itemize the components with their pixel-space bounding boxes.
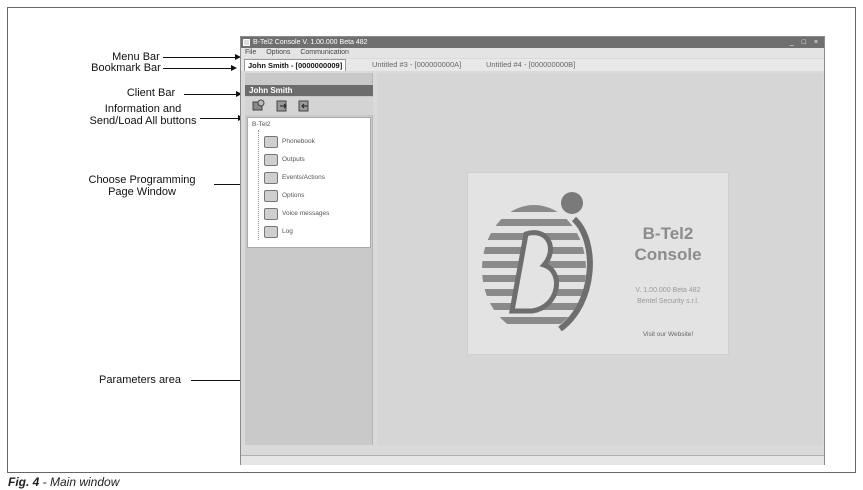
arrow-info-buttons [200, 115, 244, 121]
website-link[interactable]: Visit our Website! [608, 331, 728, 338]
outputs-icon [264, 154, 278, 166]
status-bar [241, 455, 824, 465]
tab-untitled-4[interactable]: Untitled #4 - [000000000B] [483, 59, 578, 71]
tree-item-label: Outputs [282, 156, 305, 163]
tree-item-log[interactable]: Log [262, 224, 293, 240]
annotation-bookmark-bar: Bookmark Bar [91, 62, 161, 74]
version-text: V. 1.00.000 Beta 482 [635, 287, 701, 294]
annotation-info-buttons: Information and Send/Load All buttons [68, 103, 218, 127]
app-icon [243, 39, 250, 46]
tab-untitled-3[interactable]: Untitled #3 - [000000000A] [369, 59, 464, 71]
splash-panel: B-Tel2 Console V. 1.00.000 Beta 482 Bent… [467, 172, 729, 355]
load-all-icon [298, 100, 309, 112]
tree-item-label: Voice messages [282, 210, 330, 217]
info-send-load-buttons [245, 97, 373, 115]
voice-icon [264, 208, 278, 220]
tree-item-voice-messages[interactable]: Voice messages [262, 206, 329, 222]
tree-item-events-actions[interactable]: Events/Actions [262, 170, 325, 186]
log-icon [264, 226, 278, 238]
information-icon [252, 99, 265, 111]
product-name: B-Tel2 Console [608, 223, 728, 265]
left-panel: John Smith B-Tel2 Phonebook Outputs Even… [245, 73, 373, 445]
window-controls[interactable]: _ □ × [790, 37, 821, 48]
menu-bar: File Options Communication [241, 48, 824, 58]
figure-caption-text: - Main window [39, 475, 120, 489]
window-title: B-Tel2 Console V. 1.00.000 Beta 482 [253, 39, 368, 46]
send-all-button[interactable] [275, 99, 289, 113]
send-all-icon [276, 100, 287, 112]
tab-john-smith[interactable]: John Smith - [0000000009] [244, 59, 347, 71]
menu-communication[interactable]: Communication [300, 49, 349, 56]
figure-number: Fig. 4 [8, 475, 40, 489]
menu-options[interactable]: Options [266, 49, 290, 56]
arrow-bookmark-bar [163, 65, 237, 71]
company-text: Bentel Security s.r.l. [637, 298, 699, 305]
client-bar: John Smith [245, 85, 373, 96]
options-icon [264, 190, 278, 202]
menu-file[interactable]: File [245, 49, 256, 56]
events-icon [264, 172, 278, 184]
version-info: V. 1.00.000 Beta 482 Bentel Security s.r… [608, 285, 728, 307]
tree-root[interactable]: B-Tel2 [252, 120, 270, 130]
figure-caption: Fig. 4 - Main window [8, 475, 119, 489]
annotation-client-bar: Client Bar [126, 87, 176, 99]
annotation-info-line2: Send/Load All buttons [89, 115, 197, 127]
tree-item-label: Options [282, 192, 305, 199]
tree-item-outputs[interactable]: Outputs [262, 152, 305, 168]
tree-connector [258, 130, 259, 240]
annotation-parameters-area: Parameters area [99, 374, 181, 386]
annotation-choose-page: Choose Programming Page Window [72, 174, 212, 198]
title-bar: B-Tel2 Console V. 1.00.000 Beta 482 _ □ … [241, 37, 824, 48]
tree-item-label: Phonebook [282, 138, 315, 145]
product-name-line2: Console [634, 245, 702, 264]
load-all-button[interactable] [297, 99, 311, 113]
arrow-client-bar [184, 91, 242, 97]
annotation-choose-line2: Page Window [108, 186, 176, 198]
bookmark-bar: John Smith - [0000000009] Untitled #3 - … [241, 59, 824, 71]
bentel-logo [482, 192, 593, 332]
tree-item-options[interactable]: Options [262, 188, 304, 204]
arrow-menu-bar [163, 54, 241, 60]
tree-item-label: Log [282, 228, 293, 235]
parameters-area: B-Tel2 Console V. 1.00.000 Beta 482 Bent… [377, 73, 823, 445]
annotation-choose-line1: Choose Programming [88, 174, 196, 186]
annotation-info-line1: Information and [104, 103, 182, 115]
product-name-line1: B-Tel2 [642, 224, 694, 243]
app-window: B-Tel2 Console V. 1.00.000 Beta 482 _ □ … [240, 36, 825, 465]
information-button[interactable] [251, 99, 265, 113]
tree-item-label: Events/Actions [282, 174, 325, 181]
tree-item-phonebook[interactable]: Phonebook [262, 134, 315, 150]
programming-page-tree: B-Tel2 Phonebook Outputs Events/Actions … [247, 117, 371, 248]
phonebook-icon [264, 136, 278, 148]
